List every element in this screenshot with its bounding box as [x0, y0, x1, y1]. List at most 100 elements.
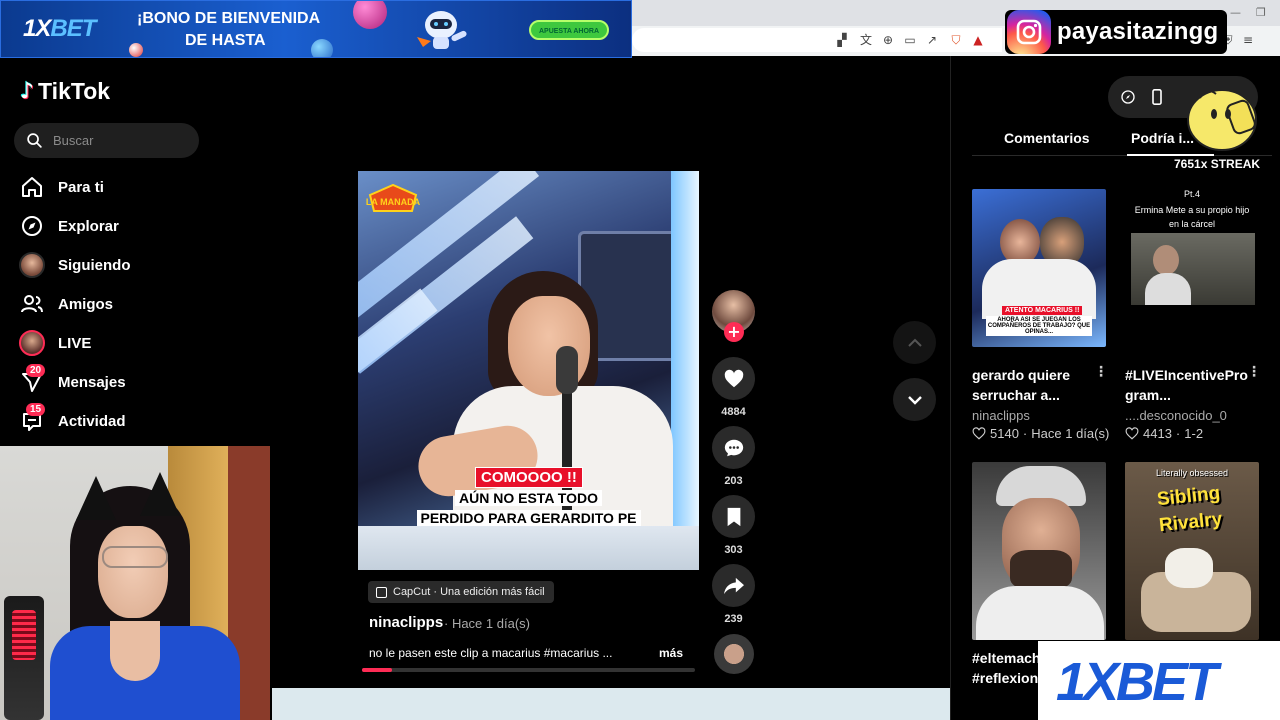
card-author[interactable]: ninaclipps: [972, 408, 1030, 423]
sidebar-item-live[interactable]: LIVE: [18, 328, 91, 358]
svg-text:LA MANADA: LA MANADA: [366, 197, 420, 207]
chevron-up-icon: [907, 338, 922, 347]
card-title[interactable]: gerardo quiere serruchar a...: [972, 365, 1092, 405]
share-icon[interactable]: ↗: [924, 32, 940, 48]
card-title[interactable]: #LIVEIncentivePro gram...: [1125, 365, 1248, 405]
sidebar-item-amigos[interactable]: Amigos: [18, 289, 113, 319]
home-icon: [22, 177, 42, 197]
streak-mascot-icon: [1187, 89, 1257, 151]
video-player[interactable]: LA MANADA COMOOOO !! AÚN NO ESTA TODO PE…: [358, 171, 699, 570]
instagram-icon: [1007, 10, 1051, 54]
corner-ad[interactable]: 1XBET: [1038, 641, 1280, 720]
video-thumbnail[interactable]: [972, 462, 1106, 640]
search-input[interactable]: [53, 133, 183, 148]
capcut-label: CapCut · Una edición más fácil: [393, 586, 545, 598]
sidebar-item-siguiendo[interactable]: Siguiendo: [18, 250, 131, 280]
sidebar-item-label: Para ti: [58, 178, 104, 196]
like-action[interactable]: 4884: [712, 357, 755, 418]
more-button[interactable]: más: [659, 646, 683, 660]
sidebar-item-actividad[interactable]: 15 Actividad: [18, 403, 126, 436]
sidebar-item-label: Siguiendo: [58, 256, 131, 274]
banner-subheadline: DE HASTA: [185, 32, 266, 49]
friends-icon: [21, 295, 43, 313]
translate-icon[interactable]: 文: [858, 32, 874, 48]
maximize-icon[interactable]: ❐: [1256, 6, 1266, 19]
studio-desk: [358, 526, 699, 570]
stream-screen: — ❐ ▞ 文 ⊕ ▭ ↗ ⛉ ▲ ⛨ ≡ 1XBET ¡BONO DE BIE…: [0, 0, 1280, 720]
banner-ad[interactable]: 1XBET ¡BONO DE BIENVENIDA DE HASTA APUES…: [0, 0, 632, 58]
tab-comentarios[interactable]: Comentarios: [1004, 130, 1090, 146]
follow-button[interactable]: +: [724, 322, 744, 342]
instagram-handle: payasitazingg: [1057, 18, 1219, 45]
rewards-icon[interactable]: ▲: [970, 32, 986, 48]
webcam-neck: [110, 621, 160, 681]
cat-ear-left: [76, 476, 116, 520]
card-author[interactable]: ....desconocido_0: [1125, 408, 1227, 423]
reader-mode-icon[interactable]: ▞: [834, 32, 850, 48]
thumb-caption: Ermina Mete a su propio hijo en la cárce…: [1134, 205, 1250, 229]
save-action[interactable]: 303: [712, 495, 755, 556]
search-icon: [27, 133, 42, 148]
phone-icon[interactable]: [1150, 89, 1164, 105]
caption-line-2: AÚN NO ESTA TODO: [358, 490, 699, 508]
chevron-down-icon: [907, 395, 922, 405]
next-video-button[interactable]: [893, 378, 936, 421]
sidebar-item-mensajes[interactable]: 20 Mensajes: [18, 364, 126, 397]
browser-menu-icon[interactable]: ≡: [1240, 32, 1256, 48]
address-bar[interactable]: [632, 28, 1002, 52]
streak-counter: 7651x STREAK: [1174, 157, 1261, 171]
thumb-caption: Pt.4: [1183, 189, 1200, 199]
minimize-icon[interactable]: —: [1230, 6, 1241, 19]
capcut-tag[interactable]: CapCut · Una edición más fácil: [368, 581, 554, 603]
following-avatar: [19, 252, 45, 278]
thumb-caption: Literally obsessed: [1155, 468, 1229, 478]
search-box[interactable]: [14, 123, 199, 158]
backdrop-stripe: [358, 288, 438, 422]
sidebar-item-label: Mensajes: [58, 373, 126, 391]
video-progress-fill: [362, 668, 392, 672]
sidebar-item-label: LIVE: [58, 334, 92, 352]
sidebar-item-para-ti[interactable]: Para ti: [18, 172, 104, 202]
like-count: 4884: [721, 406, 746, 418]
video-progress-bar[interactable]: [362, 668, 695, 672]
share-action[interactable]: 239: [712, 564, 755, 625]
cat-ear-right: [140, 472, 180, 516]
caption-highlight: COMOOOO !!: [475, 467, 583, 488]
webcam-glasses: [102, 546, 168, 568]
sidebar: ♪ TikTok Para ti Explorar Siguiendo Amig…: [0, 58, 272, 446]
sidebar-item-label: Explorar: [58, 217, 119, 235]
compass-small-icon[interactable]: [1120, 89, 1136, 105]
caption-line-3: PERDIDO PARA GERARDITO PE: [358, 510, 699, 528]
comment-icon: [724, 439, 743, 456]
more-options-icon[interactable]: ⋮: [1247, 364, 1261, 380]
zoom-icon[interactable]: ⊕: [880, 32, 896, 48]
live-avatar: [19, 330, 45, 356]
banner-logo: 1XBET: [23, 15, 96, 42]
robot-mascot-icon: [417, 11, 467, 49]
heart-outline-icon: [972, 427, 986, 440]
planet-decoration: [353, 1, 387, 29]
comment-count: 203: [724, 475, 743, 487]
compass-icon: [22, 216, 42, 236]
music-disc[interactable]: [714, 634, 754, 674]
video-thumbnail[interactable]: Pt.4 Ermina Mete a su propio hijo en la …: [1125, 189, 1259, 347]
comment-action[interactable]: 203: [712, 426, 755, 487]
tiktok-logo[interactable]: ♪ TikTok: [20, 78, 110, 105]
share-arrow-icon: [723, 577, 744, 594]
webcam-face: [98, 526, 168, 618]
app-name: TikTok: [38, 78, 111, 104]
cast-icon[interactable]: ▭: [902, 32, 918, 48]
video-author[interactable]: ninaclipps: [369, 614, 443, 631]
streamer-webcam: [0, 446, 270, 720]
video-time: · Hace 1 día(s): [444, 616, 530, 631]
bet-now-button[interactable]: APUESTA AHORA: [529, 20, 609, 40]
video-thumbnail[interactable]: ATENTO MACARIUS !! AHORA ASI SE JUEGAN L…: [972, 189, 1106, 347]
brave-shield-icon[interactable]: ⛉: [948, 32, 964, 48]
video-description: no le pasen este clip a macarius #macari…: [369, 646, 613, 660]
messages-badge: 20: [26, 364, 46, 377]
video-thumbnail[interactable]: Literally obsessed Sibling Rivalry: [1125, 462, 1259, 640]
instagram-handle-overlay: payasitazingg: [1005, 10, 1227, 54]
more-options-icon[interactable]: ⋮: [1094, 364, 1108, 380]
previous-video-button[interactable]: [893, 321, 936, 364]
sidebar-item-explorar[interactable]: Explorar: [18, 211, 119, 241]
